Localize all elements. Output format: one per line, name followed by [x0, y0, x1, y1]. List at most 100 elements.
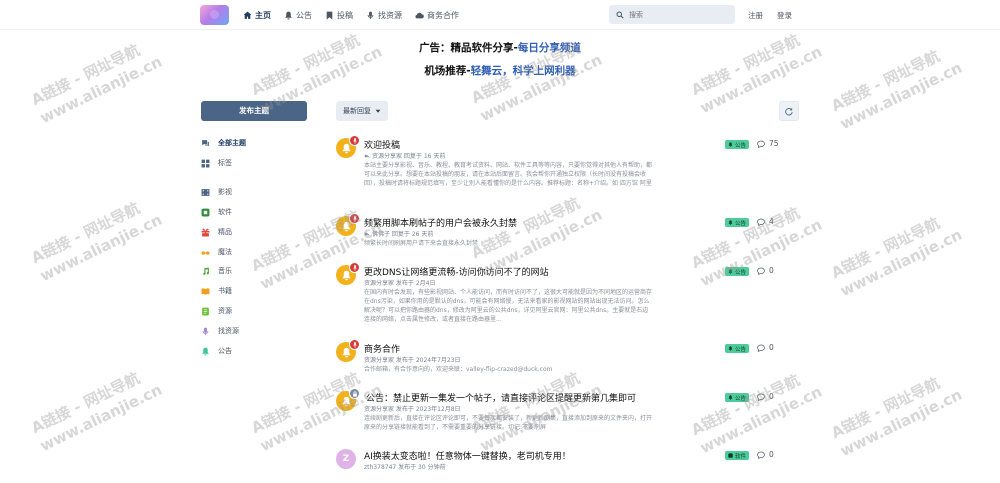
grid-icon	[201, 159, 210, 167]
pin-icon	[352, 341, 357, 348]
sidebar-item-film[interactable]: 影视	[201, 187, 232, 197]
topic-meta: 资源分享家 发布于 2月4日	[364, 280, 436, 287]
new-topic-button[interactable]: 发布主题	[201, 101, 307, 121]
topic-meta: 资源分享家 回复于 16 天前	[364, 151, 445, 160]
reply-count: 0	[757, 343, 774, 352]
refresh-icon	[785, 107, 793, 116]
reply-count: 0	[757, 450, 774, 459]
main-nav: 主页 公告 投稿 找资源 商务合作	[243, 0, 459, 30]
tag-announcement[interactable]: 公告	[725, 393, 750, 402]
topic-item[interactable]: 更改DNS让网络更流畅-访问你访问不了的网站 资源分享家 发布于 2月4日 在国…	[336, 262, 801, 327]
watermark: A链接 - 网址导航 www.alianjie.cn	[28, 199, 165, 286]
login-link[interactable]: 登录	[777, 10, 792, 21]
nav-announcements[interactable]: 公告	[284, 10, 312, 21]
topic-excerpt: 本站主要分享影视、音乐、教程、教育考试资料、网站、软件工具等等内容，只要你觉得对…	[364, 162, 653, 187]
gift-icon	[201, 228, 210, 236]
sidebar-item-find-resources[interactable]: 找资源	[201, 326, 239, 336]
avatar[interactable]: Z	[336, 449, 356, 469]
pinned-badge	[349, 339, 360, 350]
music-icon	[203, 267, 209, 275]
topic-item[interactable]: 公告：禁止更新一集发一个帖子，请直接评论区提醒更新第几集即可 资源分享家 发布于…	[336, 388, 801, 436]
watermark: A链接 - 网址导航 www.alianjie.cn	[828, 214, 965, 301]
ad-link-airport[interactable]: 轻舞云，科学上网利器	[471, 65, 576, 77]
sidebar-item-music[interactable]: 音乐	[201, 266, 232, 276]
sidebar-item-premium[interactable]: 精品	[201, 227, 232, 237]
top-header: 主页 公告 投稿 找资源 商务合作 注册 登录	[0, 0, 1000, 30]
sidebar-item-tags[interactable]: 标签	[201, 158, 232, 168]
caret-down-icon	[375, 109, 381, 113]
comments-icon	[202, 139, 209, 146]
topic-meta: 资源分享家 发布于 2023年12月8日	[364, 406, 461, 413]
sort-dropdown[interactable]: 最新回复	[336, 101, 388, 121]
register-link[interactable]: 注册	[748, 10, 763, 21]
watermark: A链接 - 网址导航 www.alianjie.cn	[828, 374, 965, 461]
topic-excerpt: 在国内有时会发现，有些影视网站、个人能访问，而有时访问不了，这很大可能就是因为不…	[364, 289, 653, 323]
topic-item[interactable]: 频繁用脚本刷帖子的用户会被永久封禁 佛佛子 回复于 26 天前 频繁长时间刷屏用…	[336, 213, 801, 252]
bell-icon	[728, 395, 733, 400]
app-icon	[201, 208, 210, 216]
reply-count: 0	[757, 392, 774, 401]
book-icon	[201, 287, 210, 295]
topic-meta: zth378747 发布于 30 分钟前	[364, 464, 446, 471]
sidebar-item-announcements[interactable]: 公告	[201, 346, 232, 356]
cloud-icon	[415, 12, 424, 18]
topic-title[interactable]: 频繁用脚本刷帖子的用户会被永久封禁	[364, 216, 517, 229]
folder-icon	[202, 307, 209, 315]
nav-submit[interactable]: 投稿	[325, 10, 353, 21]
bell-icon	[285, 11, 292, 19]
mic-icon	[367, 11, 374, 19]
topic-title[interactable]: 商务合作	[364, 342, 400, 355]
refresh-button[interactable]	[779, 101, 799, 121]
ad-line-2: 机场推荐-轻舞云，科学上网利器	[424, 65, 576, 77]
reply-icon	[364, 231, 370, 236]
reply-count: 75	[757, 139, 779, 148]
topic-item[interactable]: 欢迎投稿 资源分享家 回复于 16 天前 本站主要分享影视、音乐、教程、教育考试…	[336, 135, 801, 203]
comment-icon	[757, 451, 765, 459]
pinned-badge	[349, 135, 360, 146]
reply-icon	[364, 153, 370, 158]
tag-software[interactable]: 软件	[725, 451, 750, 460]
nav-business[interactable]: 商务合作	[415, 10, 459, 21]
bell-icon	[728, 346, 733, 351]
pin-icon	[352, 215, 357, 222]
reply-count: 0	[757, 266, 774, 275]
ad-link-channel[interactable]: 每日分享频道	[518, 42, 581, 54]
tag-announcement[interactable]: 公告	[725, 218, 750, 227]
topic-title[interactable]: 公告：禁止更新一集发一个帖子，请直接评论区提醒更新第几集即可	[366, 391, 636, 404]
glasses-icon	[201, 250, 210, 255]
nav-find-resources[interactable]: 找资源	[366, 10, 402, 21]
pin-icon	[352, 264, 357, 271]
sidebar-item-software[interactable]: 软件	[201, 207, 232, 217]
topic-title[interactable]: 欢迎投稿	[364, 138, 400, 151]
topic-title[interactable]: 更改DNS让网络更流畅-访问你访问不了的网站	[364, 265, 549, 278]
tag-announcement[interactable]: 公告	[725, 267, 750, 276]
topic-meta: 资源分享家 发布于 2024年7月23日	[364, 357, 461, 364]
topic-title[interactable]: AI换装太变态啦！任意物体一键替换，老司机专用！	[364, 449, 571, 462]
comment-icon	[757, 267, 765, 275]
app-icon	[728, 453, 733, 458]
sidebar-item-resources[interactable]: 资源	[201, 306, 232, 316]
topic-item[interactable]: Z AI换装太变态啦！任意物体一键替换，老司机专用！ zth378747 发布于…	[336, 449, 801, 473]
lock-icon	[352, 390, 357, 397]
sidebar-item-books[interactable]: 书籍	[201, 286, 232, 296]
topic-item[interactable]: 商务合作 资源分享家 发布于 2024年7月23日 合作邮箱，有合作意向的，欢迎…	[336, 339, 801, 378]
home-icon	[243, 11, 252, 19]
tag-announcement[interactable]: 公告	[725, 344, 750, 353]
comment-icon	[757, 140, 765, 148]
sidebar-item-magic[interactable]: 魔法	[201, 247, 232, 257]
locked-badge	[349, 388, 360, 399]
topic-meta: 佛佛子 回复于 26 天前	[364, 229, 433, 238]
avatar-letter: Z	[342, 454, 350, 464]
pinned-badge	[349, 213, 360, 224]
sidebar-item-all-topics[interactable]: 全部主题	[201, 138, 246, 148]
comment-icon	[757, 393, 765, 401]
search-box[interactable]	[609, 5, 735, 24]
topic-excerpt: 连续剧更新后，直接在评论区评论即可，不要每次都安装了，新更新剧集，直接添加到原来…	[364, 415, 653, 431]
topic-excerpt: 频繁长时间刷屏用户请下来会直接永久封禁	[364, 240, 479, 247]
site-logo[interactable]	[200, 5, 229, 25]
tag-announcement[interactable]: 公告	[725, 140, 750, 149]
comment-icon	[757, 218, 765, 226]
search-input[interactable]	[629, 10, 729, 19]
bell-icon	[728, 269, 733, 274]
nav-home[interactable]: 主页	[243, 10, 271, 21]
